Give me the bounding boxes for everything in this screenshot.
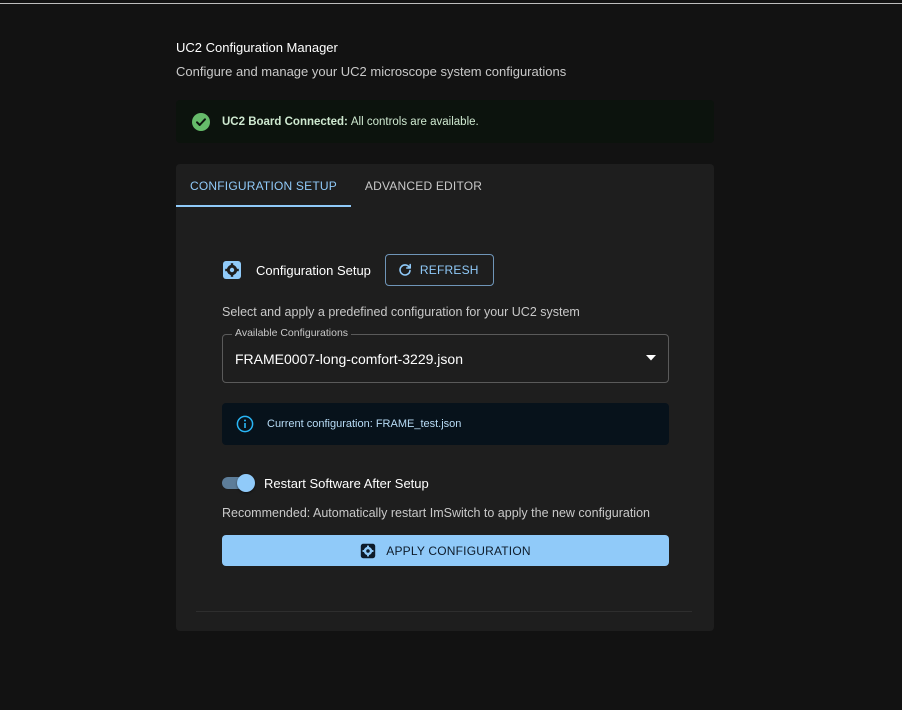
toggle-thumb [237, 474, 255, 492]
tab-advanced-editor[interactable]: ADVANCED EDITOR [351, 164, 496, 207]
apply-label: APPLY CONFIGURATION [386, 543, 531, 558]
page-subtitle: Configure and manage your UC2 microscope… [176, 64, 567, 79]
available-configurations-select[interactable]: Available Configurations FRAME0007-long-… [222, 327, 669, 383]
apply-configuration-button[interactable]: APPLY CONFIGURATION [222, 535, 669, 566]
tab-configuration-setup[interactable]: CONFIGURATION SETUP [176, 164, 351, 207]
restart-hint: Recommended: Automatically restart ImSwi… [222, 506, 650, 520]
page-header: UC2 Configuration Manager Configure and … [176, 40, 716, 80]
setup-header: Configuration Setup REFRESH [222, 253, 669, 287]
info-icon [236, 415, 254, 433]
refresh-label: REFRESH [419, 263, 479, 277]
card-divider [196, 611, 692, 612]
restart-label: Restart Software After Setup [264, 475, 429, 491]
page-title: UC2 Configuration Manager [176, 40, 338, 55]
configuration-card: CONFIGURATION SETUP ADVANCED EDITOR Conf… [176, 164, 714, 631]
status-label: UC2 Board Connected: [222, 115, 348, 128]
restart-toggle[interactable] [222, 473, 256, 493]
settings-gear-icon [222, 260, 242, 280]
configuration-setup-panel: Configuration Setup REFRESH Select and a… [222, 253, 669, 566]
select-label: Available Configurations [232, 327, 352, 339]
select-value: FRAME0007-long-comfort-3229.json [235, 351, 463, 367]
chevron-down-icon [646, 355, 656, 361]
current-configuration-text: Current configuration: FRAME_test.json [267, 418, 462, 430]
current-configuration-alert: Current configuration: FRAME_test.json [222, 403, 669, 445]
refresh-button[interactable]: REFRESH [384, 254, 494, 286]
top-divider [0, 3, 902, 4]
setup-description: Select and apply a predefined configurat… [222, 305, 580, 319]
restart-option: Restart Software After Setup [222, 473, 669, 493]
settings-gear-icon [360, 543, 376, 559]
tab-bar: CONFIGURATION SETUP ADVANCED EDITOR [176, 164, 714, 207]
check-circle-icon [192, 112, 210, 131]
refresh-icon [398, 263, 412, 277]
setup-title: Configuration Setup [256, 262, 371, 278]
status-message: All controls are available. [350, 115, 479, 128]
connection-status-alert: UC2 Board Connected: All controls are av… [176, 100, 714, 143]
